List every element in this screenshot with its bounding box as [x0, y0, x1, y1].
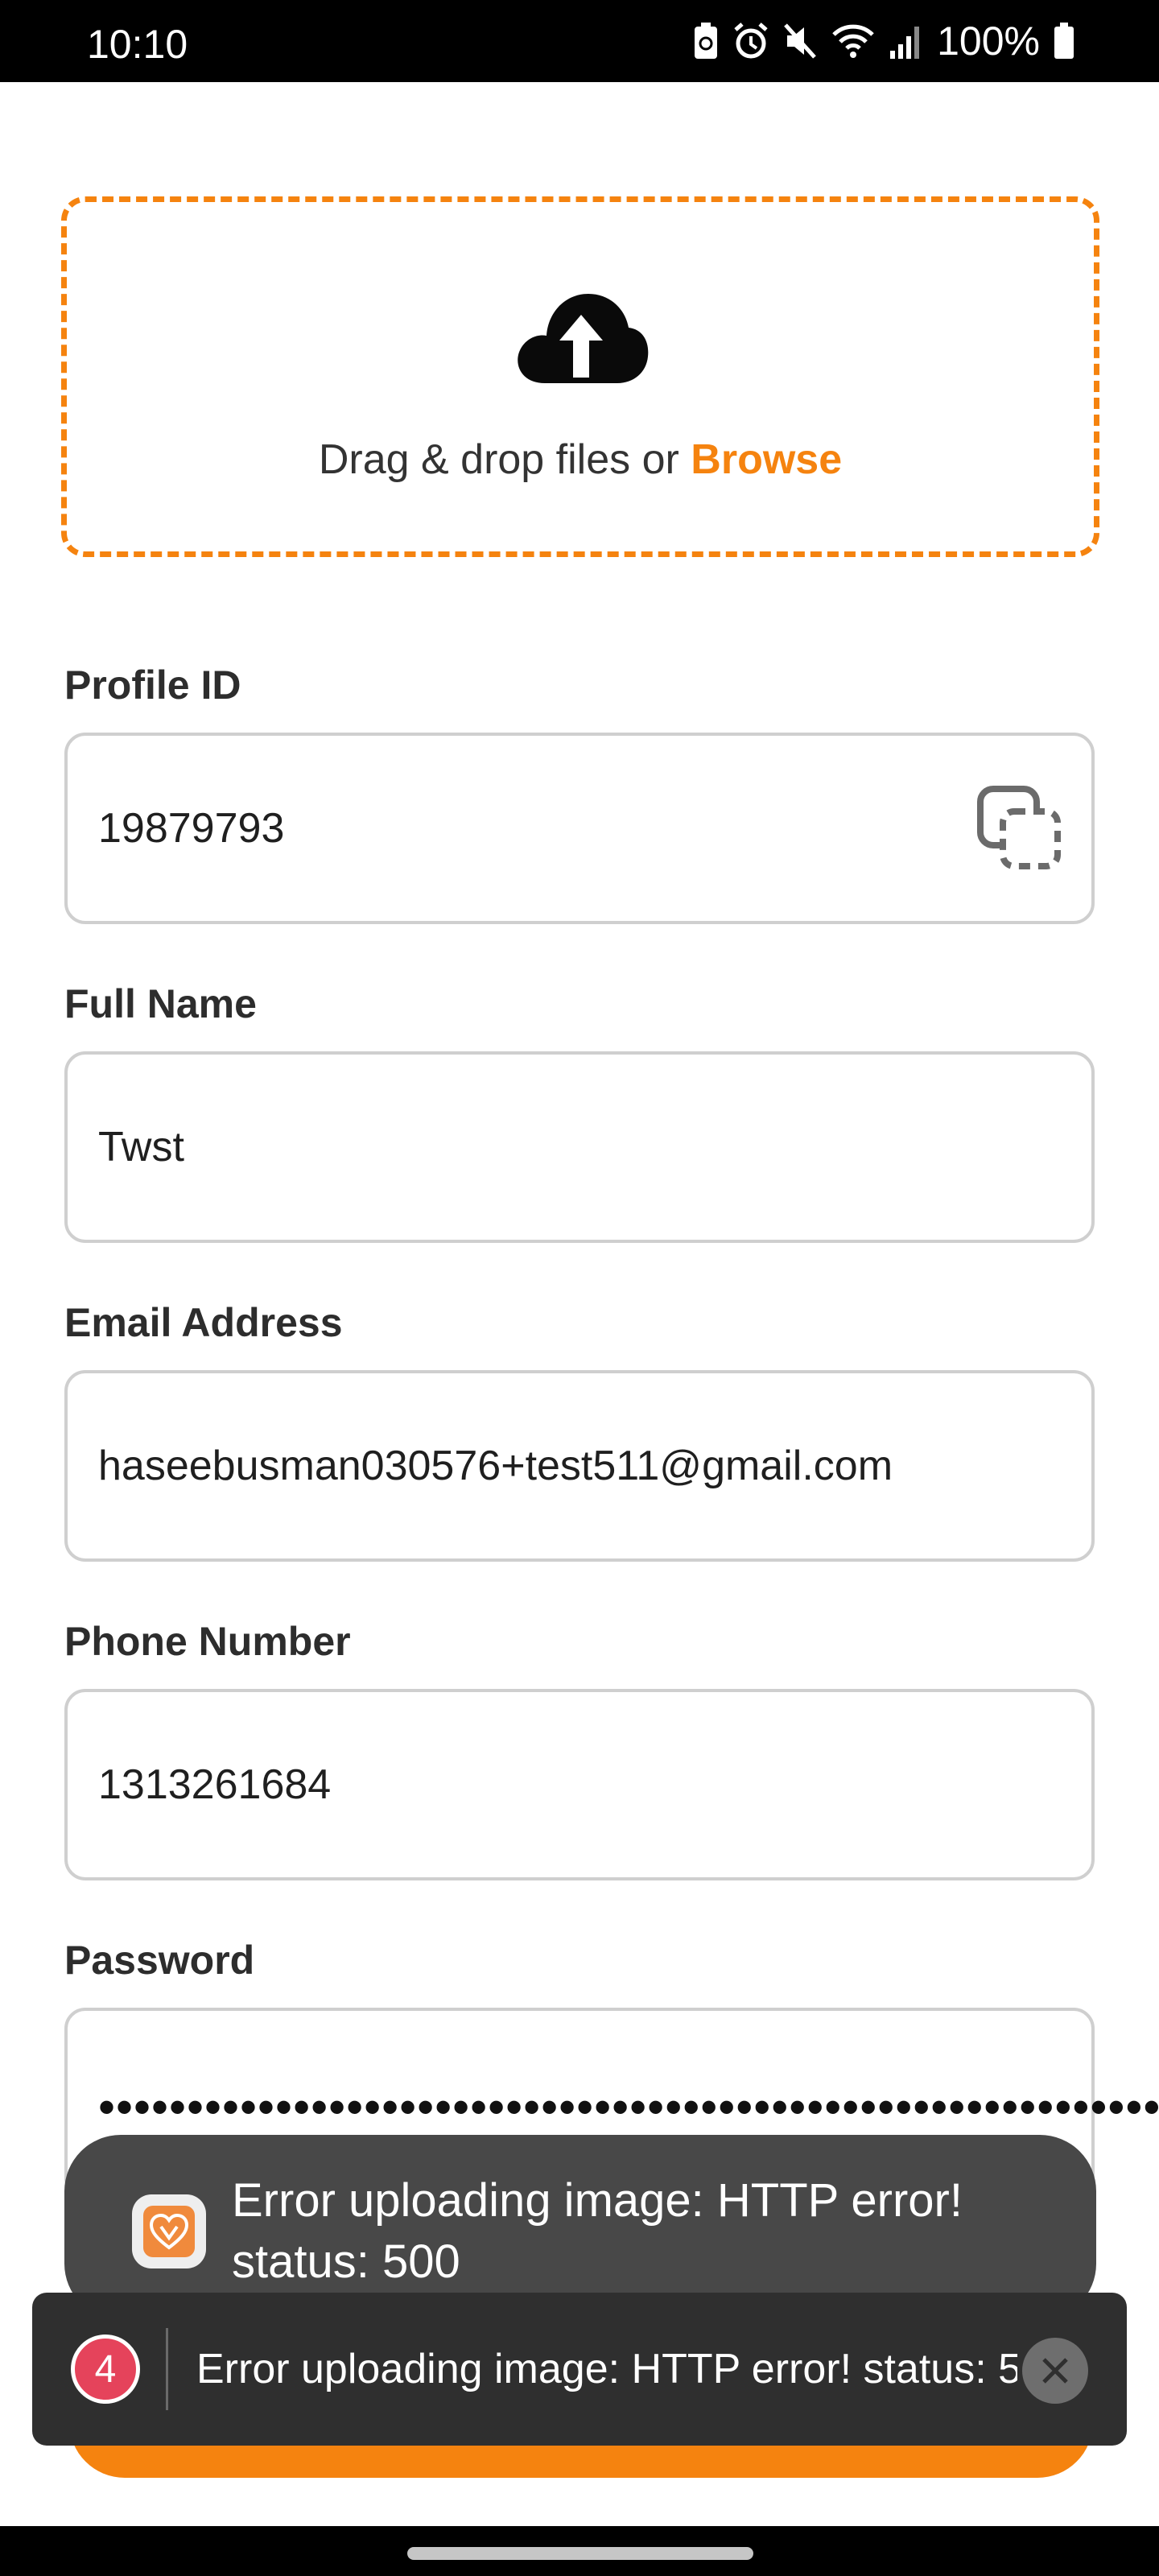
profile-id-label: Profile ID	[64, 663, 241, 708]
alarm-icon	[732, 22, 769, 60]
email-field[interactable]: haseebusman030576+test511@gmail.com	[64, 1370, 1095, 1562]
profile-id-value: 19879793	[98, 805, 285, 852]
wifi-icon	[831, 22, 876, 60]
password-label: Password	[64, 1938, 255, 1983]
status-icons: 100%	[692, 19, 1075, 64]
password-value: ••••••••••••••••••••••••••••••••••••••••…	[98, 2080, 1159, 2134]
mute-icon	[782, 22, 818, 60]
copy-icon[interactable]	[974, 782, 1064, 873]
battery-saver-icon	[692, 22, 720, 60]
email-value: haseebusman030576+test511@gmail.com	[98, 1443, 893, 1489]
error-snackbar: 4 Error uploading image: HTTP error! sta…	[32, 2293, 1127, 2446]
cloud-upload-icon	[518, 294, 649, 383]
battery-percentage: 100%	[937, 19, 1040, 64]
close-icon	[1042, 2358, 1068, 2384]
snackbar-message: Error uploading image: HTTP error! statu…	[196, 2346, 1017, 2392]
email-label: Email Address	[64, 1300, 343, 1345]
dropzone-prompt: Drag & drop files or	[318, 436, 691, 483]
signal-icon	[889, 22, 921, 60]
status-bar: 10:10 100%	[0, 0, 1159, 82]
phone-label: Phone Number	[64, 1619, 351, 1664]
status-time: 10:10	[87, 22, 188, 67]
screen: 10:10 100% Drag & drop files or Browse P…	[0, 0, 1159, 2576]
browse-link[interactable]: Browse	[691, 436, 842, 483]
dropzone-text: Drag & drop files or Browse	[67, 436, 1094, 484]
error-count-badge: 4	[71, 2334, 140, 2404]
phone-value: 1313261684	[98, 1761, 332, 1808]
full-name-field[interactable]: Twst	[64, 1051, 1095, 1243]
snackbar-close-button[interactable]	[1022, 2338, 1088, 2404]
file-dropzone[interactable]: Drag & drop files or Browse	[61, 196, 1099, 557]
app-heart-icon	[132, 2194, 206, 2268]
battery-icon	[1053, 22, 1075, 60]
phone-field[interactable]: 1313261684	[64, 1689, 1095, 1880]
home-handle[interactable]	[407, 2547, 753, 2560]
full-name-label: Full Name	[64, 981, 257, 1026]
snackbar-divider	[166, 2328, 168, 2410]
toast-message: Error uploading image: HTTP error! statu…	[232, 2174, 963, 2288]
profile-id-field[interactable]: 19879793	[64, 733, 1095, 924]
full-name-value: Twst	[98, 1124, 184, 1170]
